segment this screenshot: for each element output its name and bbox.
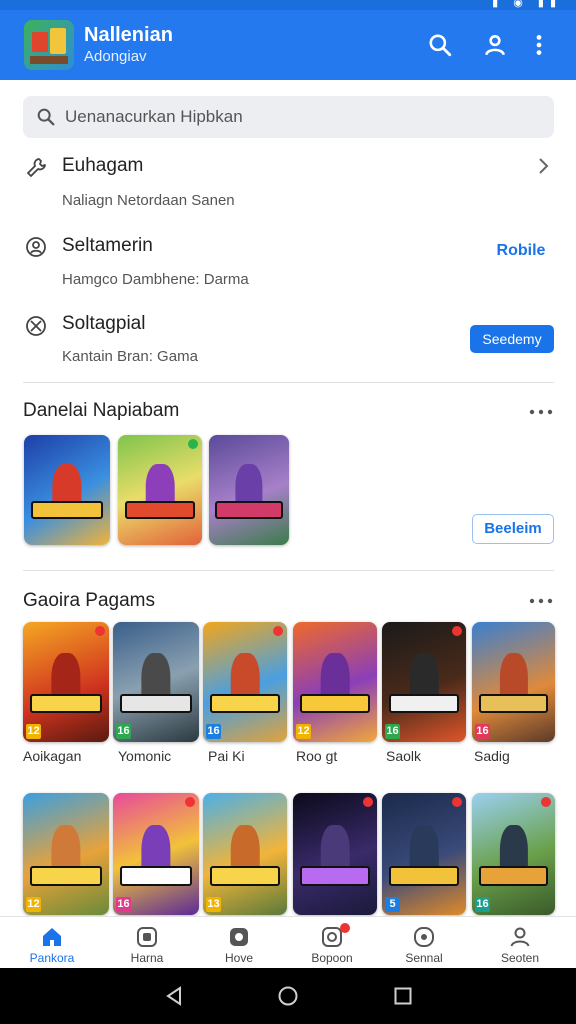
list-item-subtitle: Hamgco Dambhene: Darma [62, 271, 249, 288]
system-navigation-bar [0, 968, 576, 1024]
nav-label: Seoten [500, 951, 540, 965]
age-rating-badge: 5 [385, 897, 400, 912]
featured-game-tile[interactable] [24, 435, 110, 545]
game-title: Yomonic [118, 748, 172, 764]
more-vert-icon[interactable] [533, 32, 545, 58]
age-rating-badge: 12 [26, 724, 41, 739]
game-tile[interactable]: 12 [293, 622, 377, 742]
section-action-button[interactable]: Beeleim [472, 514, 554, 544]
nav-item-seoten[interactable]: Seoten [472, 917, 568, 969]
nav-label: Pankora [29, 951, 75, 965]
nav-item-sennal[interactable]: Sennal [376, 917, 472, 969]
notification-badge [340, 923, 350, 933]
section-title: Gaoira Pagams [23, 590, 156, 611]
home-circle-icon[interactable] [277, 985, 299, 1007]
game-tile[interactable]: 5 [382, 793, 466, 915]
search-input[interactable]: Uenanacurkan Hipbkan [23, 96, 554, 138]
app-title: Nallenian [84, 24, 173, 46]
block-icon [26, 316, 46, 336]
game-tile[interactable]: 16 [113, 622, 199, 742]
age-rating-badge: 16 [116, 897, 131, 912]
status-icons: ▮ ◉ ▮▮ [492, 0, 562, 9]
bottom-navigation: Pankora Harna Hove Bopoon Sennal Seoten [0, 916, 576, 968]
age-rating-badge: 16 [475, 724, 490, 739]
chevron-right-icon [539, 158, 549, 174]
list-item-title: Seltamerin [62, 235, 153, 256]
age-rating-badge: 12 [26, 897, 41, 912]
more-horiz-icon[interactable] [528, 407, 554, 417]
apps-icon [137, 927, 157, 947]
game-tile[interactable]: 16 [472, 622, 555, 742]
section-title: Danelai Napiabam [23, 400, 180, 421]
home-icon [43, 928, 61, 946]
age-rating-badge: 16 [116, 724, 131, 739]
search-placeholder: Uenanacurkan Hipbkan [65, 107, 243, 126]
search-icon [37, 108, 55, 126]
list-item-subtitle: Naliagn Netordaan Sanen [62, 192, 235, 209]
game-tile[interactable]: 16 [472, 793, 555, 915]
row-action-button[interactable]: Seedemy [470, 325, 554, 353]
divider [23, 382, 554, 383]
nav-label: Harna [130, 951, 164, 965]
profile-icon [510, 927, 530, 947]
game-title: Sadig [474, 748, 510, 764]
game-tile[interactable]: 16 [382, 622, 466, 742]
recents-icon[interactable] [392, 985, 414, 1007]
age-rating-badge: 12 [296, 724, 311, 739]
game-tile[interactable]: 16 [113, 793, 199, 915]
game-tile[interactable]: 12 [23, 622, 109, 742]
nav-item-harna[interactable]: Harna [99, 917, 195, 969]
more-horiz-icon[interactable] [528, 596, 554, 606]
nav-label: Sennal [405, 951, 443, 965]
nav-label: Bopoon [311, 951, 353, 965]
game-tile[interactable]: 13 [203, 793, 287, 915]
wrench-icon [27, 158, 46, 177]
divider [23, 570, 554, 571]
list-item-subtitle: Kantain Bran: Gama [62, 348, 198, 365]
account-icon[interactable] [482, 32, 508, 58]
game-title: Aoikagan [23, 748, 82, 764]
game-title: Saolk [386, 748, 422, 764]
game-tile[interactable]: 16 [203, 622, 287, 742]
age-rating-badge: 13 [206, 897, 221, 912]
list-item-title: Soltagpial [62, 313, 146, 334]
age-rating-badge: 16 [475, 897, 490, 912]
game-tile[interactable]: 12 [23, 793, 109, 915]
row-action-link[interactable]: Robile [486, 242, 556, 264]
list-item-title: Euhagam [62, 155, 144, 176]
search-icon[interactable] [427, 32, 453, 58]
nav-item-pankora[interactable]: Pankora [4, 917, 100, 969]
status-bar: ▮ ◉ ▮▮ [0, 0, 576, 10]
featured-game-tile[interactable] [209, 435, 289, 545]
controller-icon [414, 927, 434, 947]
back-icon[interactable] [163, 985, 185, 1007]
game-tile[interactable] [293, 793, 377, 915]
nav-label: Hove [224, 951, 253, 965]
user-circle-icon [26, 237, 46, 257]
app-logo [24, 20, 74, 70]
nav-item-hove[interactable]: Hove [191, 917, 287, 969]
game-title: Roo gt [296, 748, 338, 764]
settings-icon [230, 928, 248, 946]
app-bar: Nallenian Adongiav [0, 10, 576, 80]
app-subtitle: Adongiav [84, 48, 147, 65]
nav-item-bopoon[interactable]: Bopoon [284, 917, 380, 969]
age-rating-badge: 16 [385, 724, 400, 739]
game-title: Pai Ki [208, 748, 245, 764]
featured-game-tile[interactable] [118, 435, 202, 545]
age-rating-badge: 16 [206, 724, 221, 739]
